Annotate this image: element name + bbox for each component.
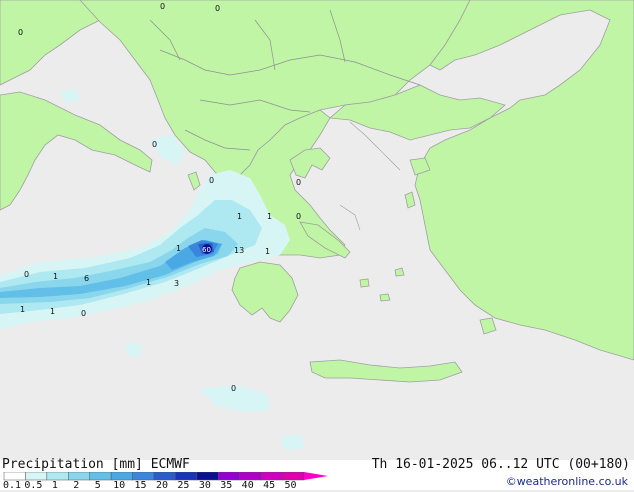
map-label: 1 bbox=[265, 247, 270, 256]
map-label: 13 bbox=[234, 246, 244, 255]
map-label: 0 bbox=[160, 2, 165, 11]
scale-ticks: 0.1 0.5 1 2 5 10 15 20 25 30 35 40 45 50 bbox=[0, 480, 330, 492]
scale-swatch bbox=[196, 472, 219, 481]
map-label: 1 bbox=[176, 244, 181, 253]
scale-tick-label: 15 bbox=[134, 480, 147, 491]
map-label: 1 bbox=[267, 212, 272, 221]
scale-swatch bbox=[239, 472, 262, 481]
scale-swatch bbox=[46, 472, 69, 481]
map-label: 1 bbox=[146, 278, 151, 287]
scale-tick-label: 0.1 bbox=[2, 480, 22, 491]
map-canvas: 0 0 0 0 0 0 1 1 0 1 60 13 1 0 1 6 1 3 1 … bbox=[0, 0, 634, 460]
scale-swatch bbox=[218, 472, 240, 481]
map-label: 60 bbox=[202, 246, 211, 254]
scale-tick-label: 0.5 bbox=[24, 480, 43, 491]
scale-tick-label: 40 bbox=[241, 480, 254, 491]
scale-tick-label: 25 bbox=[177, 480, 190, 491]
scale-tick-label: 30 bbox=[198, 480, 211, 491]
legend-footer: Precipitation [mm] ECMWF Th 16-01-2025 0… bbox=[0, 457, 634, 492]
map-label: 6 bbox=[84, 274, 89, 283]
scale-tick-label: 10 bbox=[113, 480, 126, 491]
scale-tick-label: 1 bbox=[51, 480, 58, 491]
scale-tick-label: 2 bbox=[73, 480, 80, 491]
map-label: 0 bbox=[18, 28, 23, 37]
scale-swatch bbox=[260, 472, 283, 481]
scale-tick-label: 20 bbox=[155, 480, 169, 491]
valid-time: Th 16-01-2025 06..12 UTC (00+180) bbox=[371, 457, 630, 472]
scale-swatch bbox=[132, 472, 155, 481]
scale-swatch bbox=[25, 472, 48, 481]
map-label: 0 bbox=[231, 384, 236, 393]
scale-tick-label: 50 bbox=[284, 480, 297, 491]
scale-swatch bbox=[3, 472, 26, 481]
map-label: 1 bbox=[237, 212, 242, 221]
scale-tick-label: 5 bbox=[94, 480, 101, 491]
credit-link[interactable]: ©weatheronline.co.uk bbox=[506, 475, 628, 488]
map-label: 1 bbox=[20, 305, 25, 314]
map-label: 0 bbox=[215, 4, 220, 13]
map-label: 3 bbox=[174, 279, 179, 288]
scale-swatch bbox=[153, 472, 176, 481]
land-cyclades-2 bbox=[379, 293, 391, 302]
map-label: 0 bbox=[296, 178, 301, 187]
precip-light-e bbox=[125, 343, 142, 356]
map-label: 0 bbox=[152, 140, 157, 149]
map-label: 1 bbox=[50, 307, 55, 316]
map-label: 0 bbox=[24, 270, 29, 279]
scale-swatch bbox=[68, 472, 90, 481]
map-label: 0 bbox=[209, 176, 214, 185]
land-cyclades-3 bbox=[394, 267, 405, 277]
map-label: 0 bbox=[81, 309, 86, 318]
scale-tick-label: 35 bbox=[220, 480, 233, 491]
precipitation-map: 0 0 0 0 0 0 1 1 0 1 60 13 1 0 1 6 1 3 1 … bbox=[0, 0, 634, 460]
scale-tick-label: 45 bbox=[263, 480, 276, 491]
scale-swatch bbox=[282, 472, 305, 481]
map-label: 1 bbox=[53, 272, 58, 281]
scale-overflow-arrow bbox=[304, 472, 328, 480]
map-title: Precipitation [mm] ECMWF bbox=[2, 457, 190, 472]
map-label: 0 bbox=[296, 212, 301, 221]
scale-swatch bbox=[110, 472, 133, 481]
scale-swatch bbox=[175, 472, 198, 481]
land-cyclades-1 bbox=[359, 278, 370, 288]
scale-swatch bbox=[89, 472, 112, 481]
